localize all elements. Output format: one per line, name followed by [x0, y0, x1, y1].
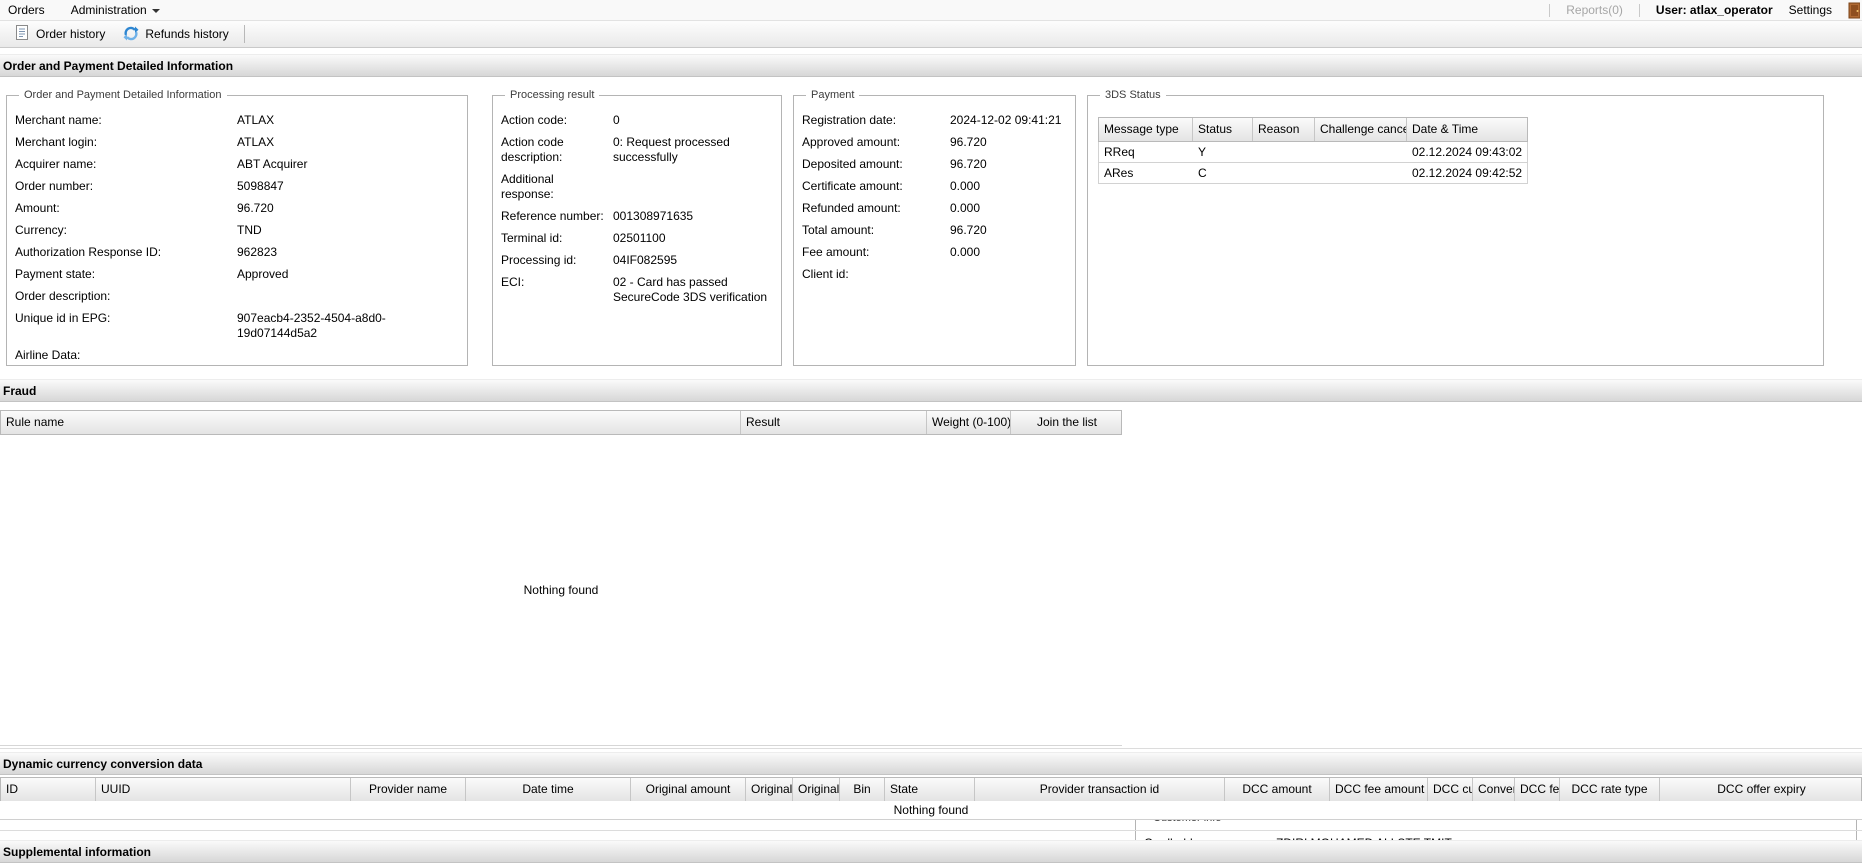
- payment-legend: Payment: [811, 89, 855, 101]
- fraud-col-rule-name: Rule name: [1, 411, 741, 434]
- tds-col-reason: Reason: [1253, 118, 1315, 141]
- field-merchant-name: Merchant name: ATLAX: [15, 113, 275, 127]
- menu-administration[interactable]: Administration: [71, 3, 160, 17]
- field-certificate-amount: Certificate amount: 0.000: [802, 179, 981, 193]
- toolbar: Order history Refunds history: [0, 21, 1862, 48]
- tds-col-status: Status: [1193, 118, 1253, 141]
- field-unique-id-epg: Unique id in EPG: 907eacb4-2352-4504-a8d0…: [15, 311, 386, 340]
- order-history-button[interactable]: Order history: [6, 22, 114, 47]
- fraud-col-result: Result: [741, 411, 927, 434]
- field-additional-response: Additional response:: [501, 172, 554, 201]
- menu-settings[interactable]: Settings: [1789, 3, 1832, 17]
- field-merchant-login: Merchant login: ATLAX: [15, 135, 275, 149]
- order-info-fieldset: Order and Payment Detailed Information M…: [6, 89, 468, 366]
- table-row: RReq Y 02.12.2024 09:43:02: [1098, 142, 1528, 163]
- tds-table-header: Message type Status Reason Challenge can…: [1098, 117, 1528, 142]
- field-amount: Amount: 96.720: [15, 201, 274, 215]
- menubar-left: Orders Administration: [0, 3, 160, 17]
- menubar-divider: [1638, 3, 1640, 17]
- menu-administration-label: Administration: [70, 3, 147, 17]
- tds-status-table: Message type Status Reason Challenge can…: [1098, 117, 1528, 184]
- field-reference-number: Reference number: 001308971635: [501, 209, 694, 223]
- section-order-header: Order and Payment Detailed Information: [0, 54, 1862, 77]
- menubar: Orders Administration Reports(0) User: a…: [0, 0, 1862, 21]
- dcc-col-dcc-amount: DCC amount: [1225, 778, 1330, 801]
- field-acquirer-name: Acquirer name: ABT Acquirer: [15, 157, 308, 171]
- dcc-col-state: State: [885, 778, 975, 801]
- processing-result-fieldset: Processing result Action code: 0 Action c…: [492, 89, 782, 366]
- section-supplemental: Supplemental information: [0, 840, 1862, 863]
- dcc-col-original-fee: Original f: [746, 778, 793, 801]
- menubar-right: Reports(0) User: atlax_operator Settings: [1549, 2, 1862, 19]
- dcc-col-provider-name: Provider name: [351, 778, 466, 801]
- table-row: ARes C 02.12.2024 09:42:52: [1098, 163, 1528, 184]
- fraud-table-header: Rule name Result Weight (0-100) Join the…: [0, 410, 1122, 435]
- fraud-empty-text: Nothing found: [523, 582, 599, 597]
- dcc-table-empty: Nothing found: [0, 801, 1862, 820]
- dcc-col-conversion: Conversi: [1473, 778, 1515, 801]
- field-deposited-amount: Deposited amount: 96.720: [802, 157, 987, 171]
- refunds-history-button[interactable]: Refunds history: [114, 22, 237, 47]
- field-registration-date: Registration date: 2024-12-02 09:41:21: [802, 113, 1062, 127]
- dcc-col-id: ID: [1, 778, 96, 801]
- dcc-col-dcc-fee-amount: DCC fee amount: [1330, 778, 1428, 801]
- field-action-code: Action code: 0: [501, 113, 620, 127]
- app-window: Orders Administration Reports(0) User: a…: [0, 0, 1862, 863]
- dcc-col-bin: Bin: [840, 778, 885, 801]
- field-client-id: Client id:: [802, 267, 849, 281]
- tds-col-challenge-cancel: Challenge cancel: [1315, 118, 1407, 141]
- dcc-col-original-amount: Original amount: [631, 778, 746, 801]
- field-approved-amount: Approved amount: 96.720: [802, 135, 987, 149]
- dcc-empty-text: Nothing found: [893, 803, 969, 817]
- field-processing-id: Processing id: 04IF082595: [501, 253, 678, 267]
- section-fraud: Fraud: [0, 379, 1862, 402]
- divider: [0, 748, 1862, 749]
- payment-fieldset: Payment Registration date: 2024-12-02 09:…: [793, 89, 1076, 366]
- divider: [0, 830, 1862, 831]
- dcc-col-date-time: Date time: [466, 778, 631, 801]
- dcc-col-dcc-currency: DCC curr: [1428, 778, 1473, 801]
- field-payment-state: Payment state: Approved: [15, 267, 289, 281]
- tds-status-legend: 3DS Status: [1105, 89, 1161, 101]
- tds-col-date-time: Date & Time: [1412, 122, 1479, 136]
- refunds-history-label: Refunds history: [145, 27, 229, 41]
- fraud-col-join-list: Join the list: [1036, 415, 1098, 429]
- field-fee-amount: Fee amount: 0.000: [802, 245, 981, 259]
- dcc-table-header: ID UUID Provider name Date time Original…: [0, 777, 1862, 802]
- menu-reports[interactable]: Reports(0): [1566, 3, 1623, 17]
- order-history-label: Order history: [36, 27, 106, 41]
- field-order-description: Order description:: [15, 289, 111, 303]
- field-eci: ECI: 02 - Card has passed SecureCode 3DS …: [501, 275, 768, 304]
- tds-col-message-type: Message type: [1099, 118, 1193, 141]
- processing-result-legend: Processing result: [510, 89, 595, 101]
- tds-status-fieldset: 3DS Status Message type Status Reason Ch…: [1087, 89, 1824, 366]
- fraud-col-weight: Weight (0-100): [927, 411, 1011, 434]
- fraud-area: Rule name Result Weight (0-100) Join the…: [0, 404, 1862, 863]
- dcc-col-uuid: UUID: [96, 778, 351, 801]
- chevron-down-icon: [151, 8, 160, 13]
- menu-orders[interactable]: Orders: [8, 3, 45, 17]
- field-auth-response-id: Authorization Response ID: 962823: [15, 245, 278, 259]
- dcc-col-provider-transaction-id: Provider transaction id: [975, 778, 1225, 801]
- section-dcc: Dynamic currency conversion data: [0, 752, 1862, 775]
- dcc-col-original-currency: Original c: [793, 778, 840, 801]
- field-terminal-id: Terminal id: 02501100: [501, 231, 666, 245]
- toolbar-divider: [243, 25, 245, 43]
- document-icon: [15, 24, 30, 44]
- fraud-table-empty: Nothing found: [0, 434, 1122, 746]
- order-info-legend: Order and Payment Detailed Information: [24, 89, 222, 101]
- field-action-code-description: Action code description: 0: Request proce…: [501, 135, 730, 164]
- user-label: User: atlax_operator: [1655, 3, 1773, 17]
- field-order-number: Order number: 5098847: [15, 179, 284, 193]
- field-airline-data: Airline Data:: [15, 348, 81, 362]
- field-refunded-amount: Refunded amount: 0.000: [802, 201, 981, 215]
- refund-arrows-icon: [123, 25, 139, 44]
- logout-door-icon[interactable]: [1848, 2, 1860, 19]
- field-currency: Currency: TND: [15, 223, 262, 237]
- field-total-amount: Total amount: 96.720: [802, 223, 987, 237]
- dcc-col-dcc-offer-expiry: DCC offer expiry: [1717, 782, 1806, 796]
- dcc-col-dcc-fee: DCC fee: [1515, 778, 1560, 801]
- dcc-col-dcc-rate-type: DCC rate type: [1560, 778, 1660, 801]
- menubar-divider: [1549, 3, 1551, 17]
